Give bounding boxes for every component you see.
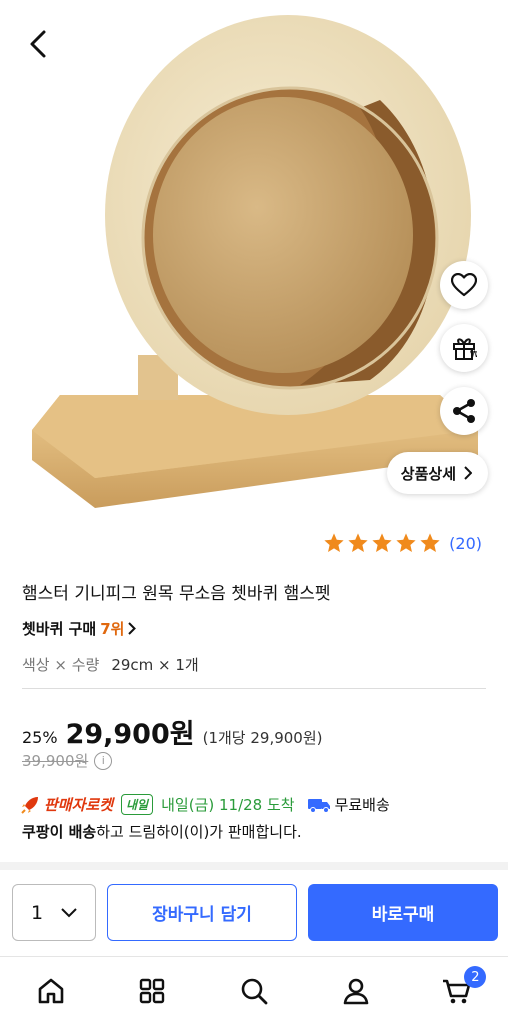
free-shipping-label: 무료배송 <box>334 796 390 814</box>
heart-icon <box>451 273 477 297</box>
hamster-wheel-image <box>32 15 478 508</box>
add-to-cart-button[interactable]: 장바구니 담기 <box>107 884 297 941</box>
review-count[interactable]: (20) <box>449 534 482 553</box>
bottom-nav: 2 <box>0 956 508 1024</box>
selected-option: 색상 × 수량 29cm × 1개 <box>22 654 199 675</box>
back-button[interactable] <box>18 24 58 64</box>
chevron-down-icon <box>61 907 77 917</box>
info-icon[interactable]: i <box>94 751 113 770</box>
rank-value: 7위 <box>100 620 125 638</box>
star-icon <box>372 533 392 552</box>
original-price-row: 39,900원 i <box>22 750 113 771</box>
sale-price: 29,900원 <box>65 719 195 750</box>
product-detail-page: ₩ 상품상세 (20) 햄스터 기니피그 원목 무소음 쳇바퀴 햄스펫 쳇바퀴 … <box>0 0 508 1024</box>
tomorrow-badge: 내일 <box>121 794 154 815</box>
chevron-left-icon <box>30 30 46 58</box>
nav-my-account[interactable] <box>305 957 407 1024</box>
chevron-right-icon <box>128 622 137 635</box>
share-button[interactable] <box>440 387 488 435</box>
option-value: 29cm × 1개 <box>111 656 199 674</box>
product-detail-label: 상품상세 <box>400 464 456 483</box>
rating-summary[interactable]: (20) <box>323 532 482 554</box>
nav-search[interactable] <box>203 957 305 1024</box>
free-shipping: 무료배송 <box>307 794 390 815</box>
product-title: 햄스터 기니피그 원목 무소음 쳇바퀴 햄스펫 <box>22 584 331 604</box>
truck-icon <box>307 798 330 813</box>
gift-button[interactable]: ₩ <box>440 324 488 372</box>
delivery-info: 판매자로켓 내일 내일(금) 11/28 도착 무료배송 <box>20 794 390 815</box>
nav-category[interactable] <box>102 957 204 1024</box>
option-label: 색상 × 수량 <box>22 656 100 674</box>
rocket-icon <box>21 796 38 814</box>
buy-now-button[interactable]: 바로구매 <box>308 884 498 941</box>
category-rank-link[interactable]: 쳇바퀴 구매 7위 <box>22 618 137 639</box>
arrival-date: 내일(금) 11/28 도착 <box>161 796 295 814</box>
home-icon <box>38 978 64 1003</box>
user-icon <box>343 978 368 1004</box>
star-icon <box>348 533 368 552</box>
search-icon <box>241 978 268 1004</box>
original-price: 39,900원 <box>22 752 89 770</box>
seller-bold: 쿠팡이 배송 <box>22 823 97 841</box>
gift-icon: ₩ <box>453 338 477 360</box>
price-row: 25% 29,900원 (1개당 29,900원) <box>22 712 323 751</box>
rocket-brand: 판매자로켓 <box>44 796 114 814</box>
unit-price: (1개당 29,900원) <box>202 729 323 747</box>
discount-rate: 25% <box>22 728 58 747</box>
product-image[interactable]: ₩ 상품상세 <box>0 0 508 520</box>
nav-home[interactable] <box>0 957 102 1024</box>
quantity-select[interactable]: 1 <box>12 884 96 941</box>
star-icon <box>396 533 416 552</box>
star-icon <box>324 533 344 552</box>
svg-text:₩: ₩ <box>470 350 477 360</box>
chevron-right-icon <box>464 466 472 480</box>
divider <box>22 688 486 689</box>
product-detail-button[interactable]: 상품상세 <box>386 452 488 494</box>
nav-cart[interactable]: 2 <box>406 957 508 1024</box>
star-icon <box>420 533 440 552</box>
wishlist-button[interactable] <box>440 261 488 309</box>
section-separator <box>0 862 508 870</box>
rank-category: 쳇바퀴 구매 <box>22 620 97 638</box>
seller-rest: 하고 드림하이(이)가 판매합니다. <box>96 823 302 841</box>
cart-count-badge: 2 <box>464 966 487 988</box>
quantity-value: 1 <box>30 901 44 924</box>
share-icon <box>453 399 475 423</box>
seller-info: 쿠팡이 배송하고 드림하이(이)가 판매합니다. <box>22 821 302 842</box>
category-grid-icon <box>140 978 165 1003</box>
